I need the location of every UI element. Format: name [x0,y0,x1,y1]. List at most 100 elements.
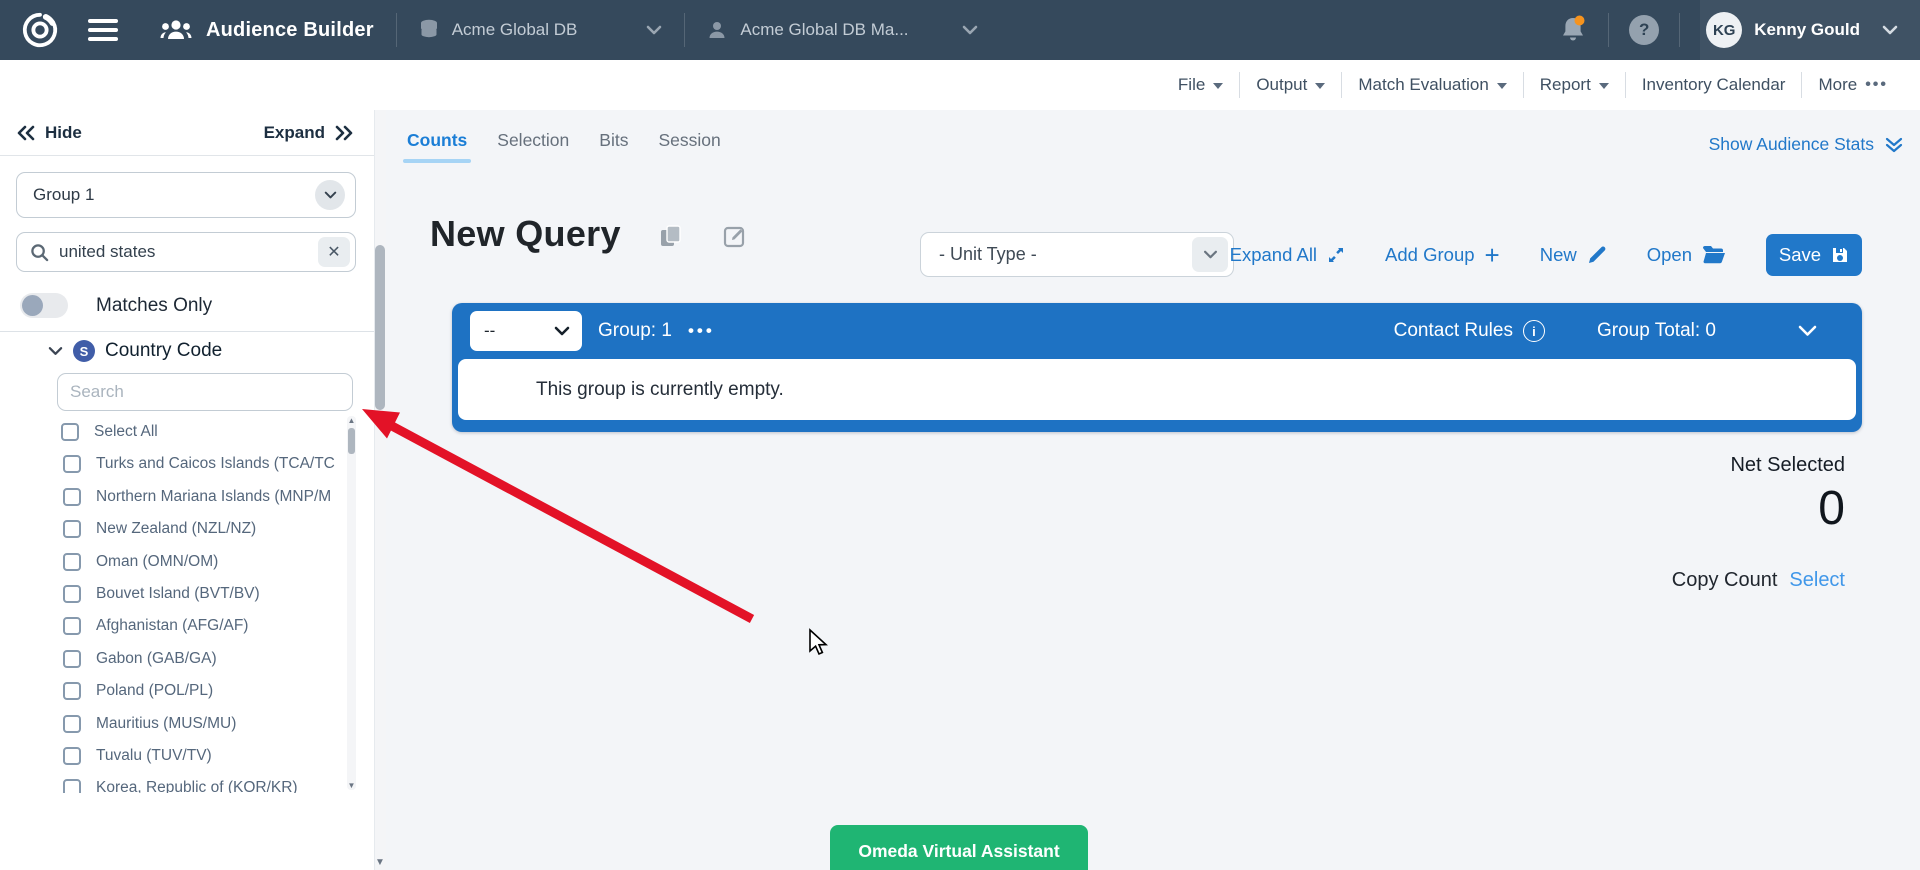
save-button[interactable]: Save [1766,234,1862,276]
checkbox[interactable] [63,520,81,538]
expand-all-button[interactable]: Expand All [1230,244,1345,266]
copy-query-icon[interactable] [658,223,684,249]
menu-inventory-calendar[interactable]: Inventory Calendar [1626,75,1802,95]
clear-search-icon[interactable]: ✕ [318,237,350,267]
sidebar-divider [0,331,374,332]
matches-only-row: Matches Only [20,293,212,318]
checkbox[interactable] [63,553,81,571]
country-row[interactable]: Turks and Caicos Islands (TCA/TC [47,448,345,480]
add-group-button[interactable]: Add Group + [1385,244,1500,266]
rename-query-icon[interactable] [722,223,748,249]
menu-file[interactable]: File [1162,75,1239,95]
country-row-select-all[interactable]: Select All [47,416,345,448]
country-row[interactable]: Korea, Republic of (KOR/KR) [47,772,345,793]
open-query-button[interactable]: Open [1647,244,1726,266]
scrollbar-thumb[interactable] [375,245,385,410]
query-workspace: Counts Selection Bits Session Show Audie… [386,110,1920,870]
group-select-dropdown[interactable]: Group 1 [16,172,356,218]
virtual-assistant-button[interactable]: Omeda Virtual Assistant [830,825,1088,870]
hide-sidebar-button[interactable]: Hide [16,123,82,143]
country-row[interactable]: New Zealand (NZL/NZ) [47,513,345,545]
matches-only-toggle[interactable] [20,293,68,318]
checkbox[interactable] [63,488,81,506]
scroll-down-icon[interactable]: ▼ [374,857,386,868]
scroll-up-icon[interactable]: ▲ [347,416,356,425]
open-folder-icon [1702,245,1726,264]
plus-icon: + [1485,245,1500,265]
new-query-button[interactable]: New [1540,244,1607,266]
app-title: Audience Builder [206,19,374,42]
hamburger-menu-icon[interactable] [88,19,118,41]
checkbox[interactable] [63,747,81,765]
country-row[interactable]: Oman (OMN/OM) [47,546,345,578]
country-checkbox-list: Select All Turks and Caicos Islands (TCA… [47,416,345,793]
database-selector-value: Acme Global DB [452,20,578,40]
country-row[interactable]: Mauritius (MUS/MU) [47,708,345,740]
info-icon: i [1523,320,1545,342]
audience-people-icon [160,18,192,42]
checkbox[interactable] [63,650,81,668]
net-selected-value: 0 [1672,483,1845,535]
checkbox[interactable] [63,779,81,793]
query-title: New Query [430,213,621,255]
net-selected-label: Net Selected [1672,454,1845,477]
expand-sidebar-button[interactable]: Expand [264,123,354,143]
tab-session[interactable]: Session [658,130,720,163]
expand-arrows-icon [1327,246,1345,264]
tab-bits[interactable]: Bits [599,130,628,163]
search-icon [30,243,49,262]
country-row[interactable]: Tuvalu (TUV/TV) [47,740,345,772]
notification-badge [1575,16,1585,26]
show-audience-stats-link[interactable]: Show Audience Stats [1709,134,1904,155]
sidebar-search-input[interactable] [59,242,318,262]
workspace-tabs: Counts Selection Bits Session [407,130,721,163]
checkbox[interactable] [61,423,79,441]
query-menu-bar: File Output Match Evaluation Report Inve… [0,60,1920,110]
group-operator-dropdown[interactable]: -- [470,311,582,351]
country-search-input[interactable] [70,382,340,402]
copy-count-select-link[interactable]: Select [1789,569,1845,592]
profile-selector[interactable]: Acme Global DB Ma... [707,20,977,40]
group-options-icon[interactable]: ••• [688,321,715,341]
menu-output[interactable]: Output [1240,75,1341,95]
menu-match-evaluation[interactable]: Match Evaluation [1342,75,1522,95]
sidebar-scrollbar[interactable]: ▼ [374,110,386,870]
tab-counts[interactable]: Counts [407,130,467,163]
scrollbar-thumb[interactable] [348,428,355,454]
notifications-bell-icon[interactable] [1560,15,1588,45]
unit-type-dropdown[interactable]: - Unit Type - [920,232,1234,277]
caret-down-icon [1497,83,1507,89]
country-row[interactable]: Afghanistan (AFG/AF) [47,610,345,642]
checkbox[interactable] [63,715,81,733]
field-sidebar: Hide Expand Group 1 ✕ [0,110,386,870]
omeda-logo-icon[interactable] [20,10,60,50]
group-total: Group Total: 0 [1597,320,1716,342]
country-row[interactable]: Poland (POL/PL) [47,675,345,707]
tab-selection[interactable]: Selection [497,130,569,163]
chevron-down-icon [1192,237,1228,272]
database-selector[interactable]: Acme Global DB [419,19,663,41]
collapse-group-icon[interactable] [1798,325,1817,337]
tree-node-country-code[interactable]: S Country Code [48,340,222,362]
double-chevron-right-icon [334,125,354,141]
help-icon[interactable]: ? [1629,15,1659,45]
user-menu[interactable]: KG Kenny Gould [1700,0,1920,60]
audience-builder-app: Audience Builder Acme Global DB Acme Glo… [0,0,1920,870]
pencil-icon [1587,245,1607,265]
scroll-down-icon[interactable]: ▼ [347,781,356,790]
country-row[interactable]: Bouvet Island (BVT/BV) [47,578,345,610]
checkbox[interactable] [63,585,81,603]
menu-report[interactable]: Report [1524,75,1625,95]
checkbox[interactable] [63,617,81,635]
sidebar-header: Hide Expand [0,110,374,156]
country-list-scrollbar[interactable]: ▲ ▼ [347,416,356,790]
checkbox[interactable] [63,455,81,473]
topbar-divider [1608,13,1609,47]
checkbox[interactable] [63,682,81,700]
country-row[interactable]: Gabon (GAB/GA) [47,643,345,675]
country-row[interactable]: Northern Mariana Islands (MNP/M [47,481,345,513]
group-empty-message: This group is currently empty. [458,359,1856,420]
query-actions: Expand All Add Group + New Open [1230,232,1862,277]
contact-rules-link[interactable]: Contact Rules i [1394,320,1545,342]
menu-more[interactable]: More••• [1802,75,1904,95]
